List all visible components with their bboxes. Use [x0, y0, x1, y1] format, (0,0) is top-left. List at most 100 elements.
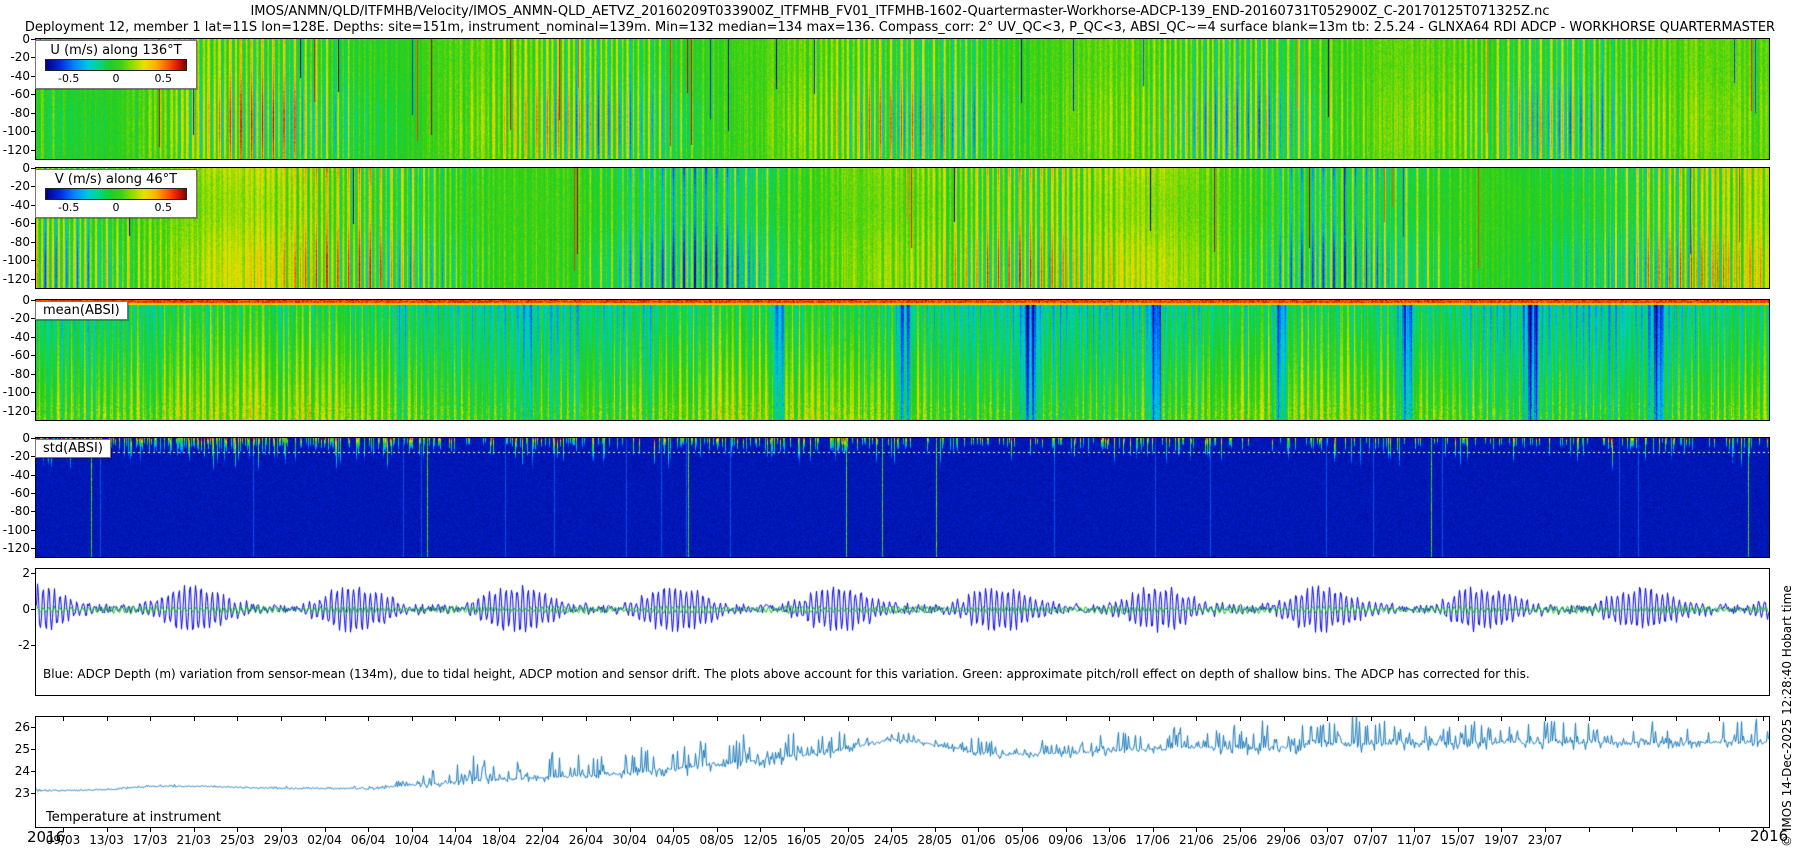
x-tick-mark [848, 827, 849, 832]
y-tick-mark [31, 94, 36, 95]
x-tick-mark-inner [1284, 717, 1285, 721]
x-tick-mark-inner [760, 717, 761, 721]
y-tick-label: -60 [0, 87, 30, 101]
x-tick-label: 11/07 [1397, 833, 1432, 847]
x-tick-mark-inner [804, 717, 805, 721]
y-tick-mark [31, 511, 36, 512]
u-velocity-heatmap-canvas [36, 39, 1769, 159]
x-tick-mark-inner [848, 717, 849, 721]
x-tick-mark [1284, 827, 1285, 832]
x-tick-mark-inner [150, 717, 151, 721]
x-tick-label: 13/03 [89, 833, 124, 847]
panel-std-absi-heatmap: std(ABSI) 0-20-40-60-80-100-120 [35, 437, 1770, 558]
panel-mean-absi-heatmap: mean(ABSI) 0-20-40-60-80-100-120 [35, 299, 1770, 421]
x-tick-label: 21/06 [1179, 833, 1214, 847]
y-tick-label: 23 [0, 786, 30, 800]
x-tick-mark [804, 827, 805, 832]
x-tick-mark-inner [1719, 717, 1720, 721]
x-tick-label: 08/05 [700, 833, 735, 847]
y-tick-label: -100 [0, 124, 30, 138]
y-tick-mark [31, 113, 36, 114]
colorbar-v-ticklabels: -0.5 0 0.5 [45, 200, 187, 215]
x-tick-label: 03/07 [1310, 833, 1345, 847]
y-tick-mark [31, 150, 36, 151]
x-tick-mark-inner [1066, 717, 1067, 721]
adcp-summary-figure: IMOS/ANMN/QLD/ITFMHB/Velocity/IMOS_ANMN-… [0, 0, 1800, 850]
x-tick-mark-inner [1022, 717, 1023, 721]
x-tick-label: 23/07 [1528, 833, 1563, 847]
x-tick-mark [237, 827, 238, 832]
x-tick-mark-inner [1632, 717, 1633, 721]
y-tick-mark [31, 771, 36, 772]
x-tick-label: 29/03 [264, 833, 299, 847]
x-tick-label: 21/03 [176, 833, 211, 847]
x-tick-mark [281, 827, 282, 832]
x-tick-mark-inner [368, 717, 369, 721]
x-tick-label: 09/06 [1048, 833, 1083, 847]
x-tick-label: 04/05 [656, 833, 691, 847]
x-tick-mark [1719, 827, 1720, 832]
y-tick-label: -40 [0, 330, 30, 344]
x-tick-mark [1676, 827, 1677, 832]
x-tick-mark [368, 827, 369, 832]
x-tick-mark-inner [586, 717, 587, 721]
y-tick-label: -100 [0, 253, 30, 267]
y-tick-mark [31, 727, 36, 728]
legend-std-absi: std(ABSI) [35, 439, 111, 458]
y-tick-label: -40 [0, 69, 30, 83]
x-tick-mark [673, 827, 674, 832]
x-tick-mark [717, 827, 718, 832]
x-tick-mark [542, 827, 543, 832]
y-tick-label: 0 [0, 602, 30, 616]
y-tick-mark [31, 242, 36, 243]
x-tick-label: 29/06 [1266, 833, 1301, 847]
y-tick-mark [31, 749, 36, 750]
x-tick-mark-inner [1501, 717, 1502, 721]
colorbar-tick-label: -0.5 [58, 72, 79, 85]
x-tick-mark-inner [1545, 717, 1546, 721]
x-tick-mark [1545, 827, 1546, 832]
y-tick-mark [31, 645, 36, 646]
y-tick-label: 25 [0, 742, 30, 756]
x-tick-mark [1153, 827, 1154, 832]
figure-subtitle: Deployment 12, member 1 lat=11S lon=128E… [0, 20, 1800, 35]
imos-watermark: © IMOS 14-Dec-2025 12:28:40 Hobart time [1780, 585, 1794, 847]
x-tick-label: 05/06 [1005, 833, 1040, 847]
x-tick-mark [1458, 827, 1459, 832]
x-tick-mark-inner [1458, 717, 1459, 721]
y-tick-label: -20 [0, 449, 30, 463]
depth-annotation: Blue: ADCP Depth (m) variation from sens… [41, 667, 1532, 681]
y-tick-mark [31, 392, 36, 393]
y-tick-mark [31, 493, 36, 494]
y-tick-mark [31, 793, 36, 794]
legend-mean-absi: mean(ABSI) [35, 301, 128, 320]
temperature-line-canvas [36, 717, 1769, 827]
x-tick-label: 07/07 [1353, 833, 1388, 847]
x-tick-mark [1632, 827, 1633, 832]
x-tick-mark-inner [630, 717, 631, 721]
x-tick-mark-inner [1371, 717, 1372, 721]
x-tick-label: 30/04 [612, 833, 647, 847]
colorbar-tick-label: 0.5 [155, 201, 173, 214]
x-tick-mark-inner [542, 717, 543, 721]
x-tick-mark [1371, 827, 1372, 832]
x-tick-label: 25/03 [220, 833, 255, 847]
y-tick-mark [31, 475, 36, 476]
x-tick-mark-inner [1763, 717, 1764, 721]
x-tick-mark-inner [1676, 717, 1677, 721]
y-tick-label: -100 [0, 385, 30, 399]
y-tick-mark [31, 609, 36, 610]
x-tick-label: 26/04 [569, 833, 604, 847]
x-tick-label: 16/05 [787, 833, 822, 847]
colorbar-tick-label: 0 [113, 72, 120, 85]
y-tick-label: -120 [0, 541, 30, 555]
figure-title: IMOS/ANMN/QLD/ITFMHB/Velocity/IMOS_ANMN-… [0, 4, 1800, 19]
x-tick-mark-inner [455, 717, 456, 721]
x-tick-mark-inner [1196, 717, 1197, 721]
legend-std-absi-title: std(ABSI) [36, 440, 110, 457]
x-tick-mark-inner [1109, 717, 1110, 721]
x-tick-label: 17/06 [1135, 833, 1170, 847]
x-tick-label: 12/05 [743, 833, 778, 847]
y-tick-label: -120 [0, 404, 30, 418]
x-tick-mark [194, 827, 195, 832]
